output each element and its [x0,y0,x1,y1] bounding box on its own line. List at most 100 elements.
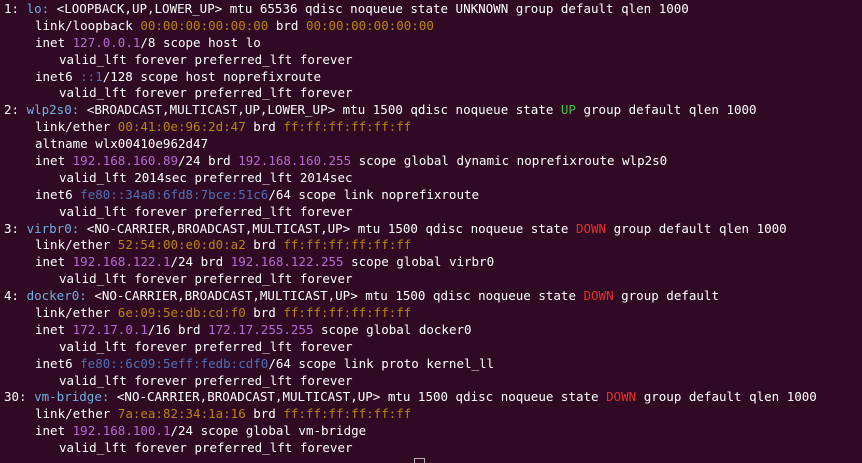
terminal-text-ip4: 172.17.0.1 [72,321,148,337]
terminal-line: 4: docker0: <NO-CARRIER,BROADCAST,MULTIC… [0,288,862,305]
terminal-text-ip4: 192.168.160.255 [238,153,352,169]
terminal-text-default: scope global docker0 [313,321,472,337]
terminal-text-default: inet [35,321,73,337]
terminal-text-default: scope global virbr0 [343,254,495,270]
terminal-text-default: /64 scope link noprefixroute [268,186,480,202]
terminal-text-default: brd [245,237,284,253]
terminal-line: valid_lft forever preferred_lft forever [0,52,862,69]
terminal-text-default: link/loopback [35,17,141,33]
terminal-text-up: UP [560,102,576,118]
terminal-line: link/loopback 00:00:00:00:00:00 brd 00:0… [0,18,862,35]
terminal-text-default: link/ether [35,406,118,422]
terminal-text-ip4: 192.168.122.1 [72,254,171,270]
terminal-line: inet6 fe80::34a8:6fd8:7bce:51c6/64 scope… [0,187,862,204]
terminal-text-default: group default [613,288,719,304]
terminal-text-default: valid_lft forever preferred_lft forever [59,85,353,101]
terminal-line: link/ether 00:41:0e:96:2d:47 brd ff:ff:f… [0,119,862,136]
terminal-text-default: inet6 [35,186,81,202]
terminal-text-iface: docker0: [26,288,87,304]
terminal-line: valid_lft forever preferred_lft forever [0,271,862,288]
terminal-text-iface: lo: [26,1,50,16]
terminal-text-default: link/ether [35,305,118,321]
partial-line-fade [0,455,862,463]
terminal-text-default: link/ether [35,237,118,253]
terminal-text-default: <NO-CARRIER,BROADCAST,MULTICAST,UP> mtu … [79,220,576,236]
terminal-text-default: inet6 [35,68,81,84]
terminal-text-default: valid_lft forever preferred_lft forever [59,338,353,354]
terminal-text-default: brd [245,406,284,422]
terminal-text-mac: 52:54:00:e0:d0:a2 [117,237,246,253]
terminal-text-default: 30: [4,389,35,405]
terminal-text-default: <BROADCAST,MULTICAST,UP,LOWER_UP> mtu 15… [79,102,561,118]
terminal-text-default: valid_lft 2014sec preferred_lft 2014sec [59,169,353,185]
terminal-line: inet 192.168.122.1/24 brd 192.168.122.25… [0,254,862,271]
terminal-line: 3: virbr0: <NO-CARRIER,BROADCAST,MULTICA… [0,221,862,238]
terminal-line: valid_lft forever preferred_lft forever [0,85,862,102]
terminal-text-default: 4: [4,288,27,304]
terminal-text-default: /24 brd [178,153,239,169]
terminal-text-down: DOWN [583,288,614,304]
terminal-text-default: /128 scope host noprefixroute [102,68,321,84]
terminal-text-default: /8 scope host lo [140,34,261,50]
terminal-text-default: 2: [4,102,27,118]
terminal-window[interactable]: 1: lo: <LOOPBACK,UP,LOWER_UP> mtu 65536 … [0,0,862,463]
terminal-text-mac: ff:ff:ff:ff:ff:ff [283,406,412,422]
terminal-text-default: /24 brd [170,254,231,270]
terminal-text-default: 3: [4,220,27,236]
terminal-text-default: /16 brd [147,321,209,337]
terminal-text-default: brd [245,119,284,135]
terminal-text-default: altname wlx00410e962d47 [35,136,209,152]
terminal-text-mac: ff:ff:ff:ff:ff:ff [283,119,412,135]
terminal-text-default: 1: [4,1,27,16]
terminal-text-default: inet [35,34,73,50]
terminal-text-default: /24 scope global vm-bridge [170,423,367,439]
terminal-text-ip4: 127.0.0.1 [72,34,141,50]
terminal-text-default: group default qlen 1000 [636,389,817,405]
terminal-text-down: DOWN [606,389,637,405]
terminal-line: valid_lft forever preferred_lft forever [0,339,862,356]
terminal-line: valid_lft forever preferred_lft forever [0,204,862,221]
terminal-text-default: valid_lft forever preferred_lft forever [59,372,353,388]
terminal-text-mac: 00:00:00:00:00:00 [305,17,434,33]
terminal-text-mac: 7a:ea:82:34:1a:16 [117,406,246,422]
terminal-text-ip4: 192.168.160.89 [72,153,178,169]
terminal-text-ip4: 172.17.255.255 [208,321,314,337]
terminal-line: altname wlx00410e962d47 [0,136,862,153]
terminal-text-mac: 6e:09:5e:db:cd:f0 [117,305,246,321]
terminal-text-down: DOWN [575,220,607,236]
terminal-text-default: <NO-CARRIER,BROADCAST,MULTICAST,UP> mtu … [86,288,584,304]
terminal-text-iface: wlp2s0: [26,102,80,118]
terminal-text-default: inet [35,423,73,439]
terminal-text-mac: ff:ff:ff:ff:ff:ff [283,237,412,253]
terminal-line: inet 172.17.0.1/16 brd 172.17.255.255 sc… [0,322,862,339]
terminal-text-default: group default qlen 1000 [606,220,787,236]
terminal-line: valid_lft forever preferred_lft forever [0,373,862,390]
terminal-text-mac: 00:41:0e:96:2d:47 [117,119,246,135]
terminal-line: inet 127.0.0.1/8 scope host lo [0,35,862,52]
terminal-line: 30: vm-bridge: <NO-CARRIER,BROADCAST,MUL… [0,389,862,406]
terminal-line: link/ether 52:54:00:e0:d0:a2 brd ff:ff:f… [0,237,862,254]
terminal-line: 2: wlp2s0: <BROADCAST,MULTICAST,UP,LOWER… [0,102,862,119]
terminal-text-ip6: fe80::6c09:5eff:fedb:cdf0 [80,355,269,371]
terminal-text-default: scope global dynamic noprefixroute wlp2s… [351,153,668,169]
terminal-line: 1: lo: <LOOPBACK,UP,LOWER_UP> mtu 65536 … [0,1,862,18]
terminal-text-iface: vm-bridge: [34,389,110,405]
terminal-text-default: inet6 [35,355,81,371]
terminal-text-default: link/ether [35,119,118,135]
terminal-text-ip4: 192.168.100.1 [72,423,171,439]
terminal-text-default: valid_lft forever preferred_lft forever [59,203,353,219]
terminal-line: link/ether 6e:09:5e:db:cd:f0 brd ff:ff:f… [0,305,862,322]
terminal-text-mac: ff:ff:ff:ff:ff:ff [283,305,412,321]
terminal-line: link/ether 7a:ea:82:34:1a:16 brd ff:ff:f… [0,406,862,423]
terminal-text-default: /64 scope link proto kernel_ll [268,355,495,371]
terminal-text-default: brd [245,305,284,321]
terminal-line: inet6 ::1/128 scope host noprefixroute [0,69,862,86]
terminal-text-ip4: 192.168.122.255 [230,254,344,270]
terminal-text-default: inet [35,254,73,270]
terminal-text-default: <LOOPBACK,UP,LOWER_UP> mtu 65536 qdisc n… [49,1,689,16]
terminal-line: inet 192.168.160.89/24 brd 192.168.160.2… [0,153,862,170]
terminal-text-iface: virbr0: [26,220,80,236]
terminal-line: inet6 fe80::6c09:5eff:fedb:cdf0/64 scope… [0,356,862,373]
terminal-text-ip6: ::1 [80,68,103,84]
terminal-text-default: group default qlen 1000 [575,102,757,118]
